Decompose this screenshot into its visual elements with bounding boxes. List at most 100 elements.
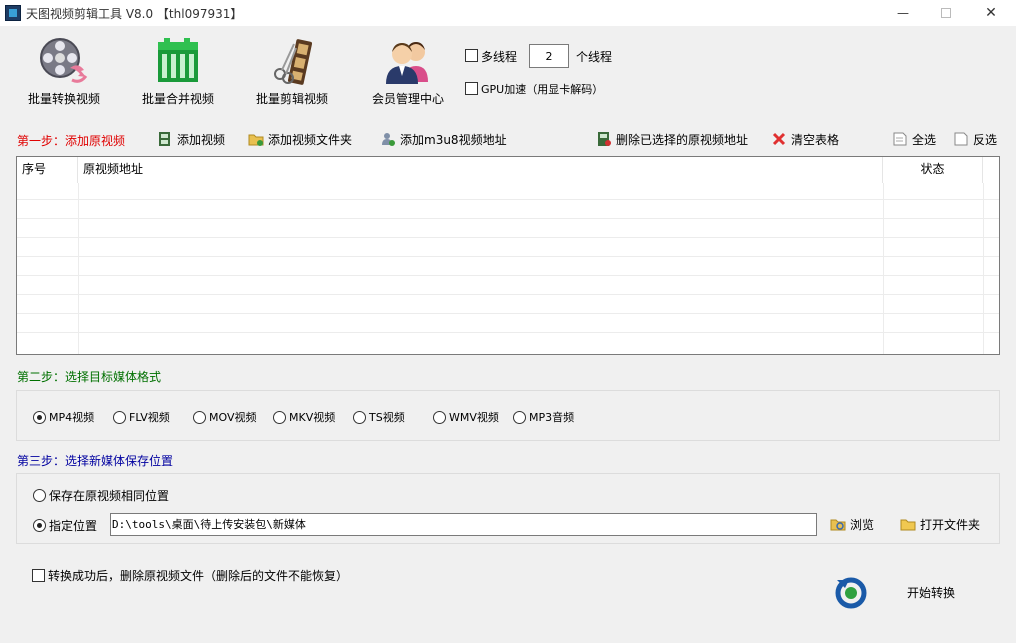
format-label: WMV视频	[449, 411, 499, 424]
title-bar: 天图视频剪辑工具 V8.0 【thl097931】 — ✕	[0, 0, 1016, 26]
folder-open-icon	[900, 516, 916, 532]
open-folder-button[interactable]: 打开文件夹	[900, 515, 980, 533]
video-table[interactable]: 序号 原视频地址 状态	[16, 156, 1000, 355]
radio	[193, 410, 206, 424]
column-header-status[interactable]: 状态	[883, 157, 983, 183]
save-path-input[interactable]: D:\tools\桌面\待上传安装包\新媒体	[110, 513, 817, 536]
grid-line	[78, 183, 79, 354]
add-m3u8-button[interactable]: 添加m3u8视频地址	[380, 130, 507, 148]
batch-convert-button[interactable]: 批量转换视频	[8, 30, 120, 114]
close-button[interactable]: ✕	[968, 0, 1014, 26]
film-reel-icon	[40, 38, 88, 83]
folder-search-icon	[830, 516, 846, 532]
radio	[433, 410, 446, 424]
app-icon	[5, 5, 21, 21]
clear-table-button[interactable]: 清空表格	[771, 130, 839, 148]
format-radio-flv[interactable]: FLV视频	[113, 409, 170, 425]
add-video-button[interactable]: 添加视频	[157, 130, 225, 148]
batch-merge-button[interactable]: 批量合并视频	[122, 30, 234, 114]
select-all-label: 全选	[912, 132, 937, 147]
delete-source-label: 转换成功后，删除原视频文件（删除后的文件不能恢复）	[48, 569, 349, 583]
refresh-icon	[835, 577, 867, 609]
open-folder-label: 打开文件夹	[920, 517, 981, 532]
minimize-icon: —	[897, 6, 909, 20]
maximize-button[interactable]	[923, 0, 969, 26]
member-center-button[interactable]: 会员管理中心	[352, 30, 464, 114]
radio-selected	[33, 410, 46, 424]
step2-title: 第二步：选择目标媒体格式	[17, 370, 162, 384]
format-radio-ts[interactable]: TS视频	[353, 409, 405, 425]
red-x-icon	[771, 131, 787, 147]
column-header-source[interactable]: 原视频地址	[78, 157, 883, 183]
save-same-location-radio[interactable]: 保存在原视频相同位置	[33, 487, 169, 504]
add-video-label: 添加视频	[177, 132, 226, 147]
grid-line	[17, 199, 999, 200]
window-title: 天图视频剪辑工具 V8.0 【thl097931】	[26, 7, 243, 21]
batch-merge-label: 批量合并视频	[141, 92, 214, 106]
invert-selection-label: 反选	[973, 132, 998, 147]
radio	[113, 410, 126, 424]
multithread-checkbox[interactable]	[465, 49, 478, 62]
format-radio-mov[interactable]: MOV视频	[193, 409, 256, 425]
save-custom-location-radio[interactable]: 指定位置	[33, 517, 97, 534]
save-same-location-label: 保存在原视频相同位置	[49, 489, 170, 503]
delete-selected-label: 删除已选择的原视频地址	[616, 132, 749, 147]
format-radio-mp4[interactable]: MP4视频	[33, 409, 94, 425]
grid-line	[17, 313, 999, 314]
film-delete-icon	[596, 131, 612, 147]
gpu-label: GPU加速（用显卡解码）	[481, 83, 604, 96]
radio	[33, 489, 46, 502]
format-label: MKV视频	[289, 411, 336, 424]
format-radio-mp3[interactable]: MP3音频	[513, 409, 574, 425]
start-convert-button[interactable]: 开始转换	[833, 572, 973, 612]
gpu-checkbox[interactable]	[465, 82, 478, 95]
save-custom-location-label: 指定位置	[49, 519, 98, 533]
add-m3u8-label: 添加m3u8视频地址	[400, 132, 507, 147]
grid-line	[17, 218, 999, 219]
thread-unit-label: 个线程	[576, 50, 613, 64]
minimize-button[interactable]: —	[880, 0, 926, 26]
thread-count-input[interactable]	[529, 44, 569, 68]
film-scissors-icon	[274, 39, 313, 85]
close-icon: ✕	[985, 5, 997, 21]
users-icon	[386, 42, 428, 84]
browse-label: 浏览	[850, 517, 875, 532]
radio	[513, 410, 526, 424]
checkbox	[32, 569, 45, 582]
column-header-index[interactable]: 序号	[17, 157, 78, 183]
grid-line	[17, 237, 999, 238]
add-folder-label: 添加视频文件夹	[268, 132, 353, 147]
grid-line	[883, 183, 884, 354]
add-folder-button[interactable]: 添加视频文件夹	[248, 130, 352, 148]
format-label: MP4视频	[49, 411, 95, 424]
format-radio-wmv[interactable]: WMV视频	[433, 409, 499, 425]
maximize-icon	[941, 8, 951, 18]
format-radio-mkv[interactable]: MKV视频	[273, 409, 335, 425]
table-header: 序号 原视频地址 状态	[17, 157, 999, 183]
format-label: FLV视频	[129, 411, 170, 424]
select-all-button[interactable]: 全选	[892, 130, 936, 148]
invert-selection-button[interactable]: 反选	[953, 130, 997, 148]
radio	[273, 410, 286, 424]
multithread-label: 多线程	[481, 50, 518, 64]
radio-selected	[33, 519, 46, 532]
blank-document-icon	[953, 131, 969, 147]
batch-convert-label: 批量转换视频	[27, 92, 100, 106]
delete-selected-button[interactable]: 删除已选择的原视频地址	[596, 130, 748, 148]
format-label: MOV视频	[209, 411, 257, 424]
batch-edit-label: 批量剪辑视频	[255, 92, 328, 106]
format-label: MP3音频	[529, 411, 575, 424]
grid-line	[17, 332, 999, 333]
grid-line	[17, 256, 999, 257]
clear-table-label: 清空表格	[791, 132, 840, 147]
member-center-label: 会员管理中心	[371, 92, 444, 106]
folder-add-icon	[248, 131, 264, 147]
browse-button[interactable]: 浏览	[830, 515, 874, 533]
start-convert-label: 开始转换	[907, 585, 956, 600]
document-icon	[892, 131, 908, 147]
film-strip-merge-icon	[158, 38, 198, 82]
link-user-icon	[380, 131, 396, 147]
step3-title: 第三步：选择新媒体保存位置	[17, 454, 174, 468]
delete-source-checkbox[interactable]: 转换成功后，删除原视频文件（删除后的文件不能恢复）	[32, 567, 348, 584]
batch-edit-button[interactable]: 批量剪辑视频	[236, 30, 348, 114]
